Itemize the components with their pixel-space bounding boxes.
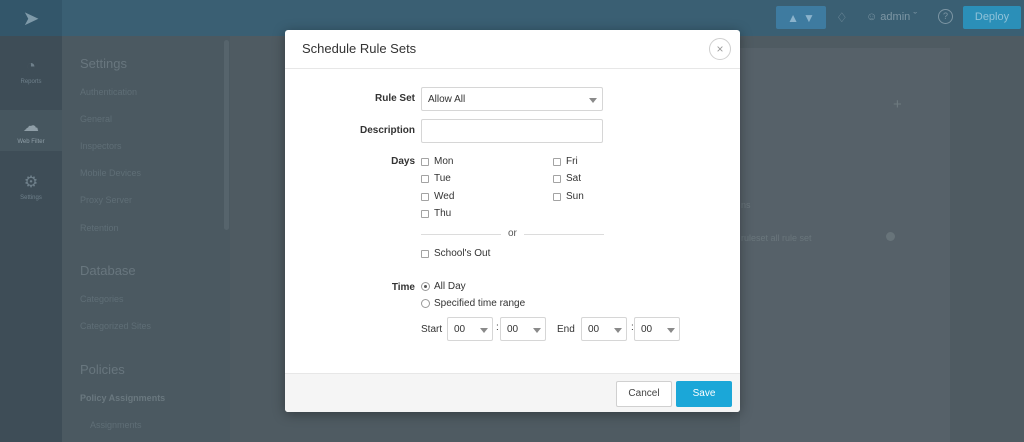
settings-item[interactable]: Assignments <box>90 420 142 430</box>
time-label: Time <box>391 282 415 293</box>
chevron-down-icon <box>589 98 597 103</box>
save-button[interactable]: Save <box>676 381 732 407</box>
rule-set-select[interactable]: Allow All <box>421 87 603 111</box>
chevron-down-icon <box>614 328 622 333</box>
day-checkbox-tue[interactable]: Tue <box>421 173 451 184</box>
chevron-down-icon: ˇ <box>913 11 917 23</box>
settings-item[interactable]: General <box>80 114 112 124</box>
nav-item-reports[interactable]: ◔ Reports <box>0 58 62 85</box>
end-minute-select[interactable]: 00 <box>634 317 680 341</box>
end-label: End <box>557 324 575 335</box>
gear-icon: ⚙ <box>23 174 39 191</box>
settings-item[interactable]: Categorized Sites <box>80 321 151 331</box>
thumbs-up-icon: ▲ <box>787 10 799 25</box>
close-icon[interactable]: × <box>709 38 731 60</box>
modal-footer: Cancel Save <box>285 373 740 412</box>
or-separator: or <box>508 228 517 239</box>
start-minute-select[interactable]: 00 <box>500 317 546 341</box>
days-label: Days <box>391 156 415 167</box>
nav-item-settings[interactable]: ⚙ Settings <box>0 172 62 201</box>
section-title-database: Database <box>80 263 136 278</box>
chart-icon: ◔ <box>26 58 36 75</box>
description-input[interactable] <box>421 119 603 143</box>
divider <box>421 234 501 235</box>
chevron-down-icon <box>480 328 488 333</box>
cloud-icon: ☁ <box>23 118 39 135</box>
user-name: admin <box>880 11 911 23</box>
settings-item[interactable]: Inspectors <box>80 141 122 151</box>
time-separator: : <box>496 322 499 333</box>
settings-item[interactable]: Proxy Server <box>80 195 132 205</box>
bell-icon[interactable]: ♢ <box>836 10 848 26</box>
settings-item[interactable]: Policy Assignments <box>80 393 165 403</box>
left-nav: ◔ Reports ☁ Web Filter ⚙ Settings <box>0 36 62 442</box>
rule-set-value: Allow All <box>428 94 466 105</box>
user-icon: ☺ <box>866 11 878 23</box>
user-menu[interactable]: ☺ admin ˇ <box>866 11 917 23</box>
description-label: Description <box>359 125 415 136</box>
settings-item[interactable]: Retention <box>80 223 119 233</box>
checkbox[interactable] <box>421 249 429 258</box>
radio-all-day[interactable]: All Day <box>421 281 466 292</box>
radio-specified-time-range[interactable]: Specified time range <box>421 298 525 309</box>
chevron-down-icon <box>667 328 675 333</box>
end-hour-select[interactable]: 00 <box>581 317 627 341</box>
deploy-button[interactable]: Deploy <box>963 6 1021 29</box>
modal-title: Schedule Rule Sets <box>302 41 417 56</box>
settings-item[interactable]: Mobile Devices <box>80 168 141 178</box>
chevron-down-icon <box>533 328 541 333</box>
cancel-button[interactable]: Cancel <box>616 381 672 407</box>
radio-button[interactable] <box>421 299 430 308</box>
schedule-rule-sets-modal: Schedule Rule Sets × Rule Set Allow All … <box>285 30 740 412</box>
paper-plane-logo-icon: ➤ <box>0 0 62 36</box>
day-checkbox-sat[interactable]: Sat <box>553 173 581 184</box>
nav-item-web-filter[interactable]: ☁ Web Filter <box>0 110 62 151</box>
checkbox[interactable] <box>553 192 561 201</box>
radio-button[interactable] <box>421 282 430 291</box>
content-text: ns <box>741 200 751 210</box>
day-checkbox-thu[interactable]: Thu <box>421 208 451 219</box>
plus-icon[interactable]: + <box>893 96 902 113</box>
thumbs-down-icon: ▼ <box>803 10 815 25</box>
schools-out-checkbox[interactable]: School's Out <box>421 248 490 259</box>
sidebar-scrollbar[interactable] <box>224 40 229 230</box>
help-icon[interactable] <box>886 232 895 241</box>
day-checkbox-wed[interactable]: Wed <box>421 191 454 202</box>
checkbox[interactable] <box>421 192 429 201</box>
modal-header: Schedule Rule Sets × <box>285 30 740 69</box>
help-icon[interactable]: ? <box>938 9 953 24</box>
section-title-settings: Settings <box>80 56 127 71</box>
checkbox[interactable] <box>553 174 561 183</box>
day-checkbox-mon[interactable]: Mon <box>421 156 453 167</box>
divider <box>524 234 604 235</box>
checkbox[interactable] <box>421 209 429 218</box>
checkbox[interactable] <box>421 174 429 183</box>
start-hour-select[interactable]: 00 <box>447 317 493 341</box>
day-checkbox-sun[interactable]: Sun <box>553 191 584 202</box>
feedback-button[interactable]: ▲ ▼ <box>776 6 826 29</box>
content-text: ruleset all rule set <box>741 233 812 243</box>
content-panel <box>740 48 950 442</box>
checkbox[interactable] <box>421 157 429 166</box>
start-label: Start <box>421 324 443 335</box>
settings-item[interactable]: Categories <box>80 294 124 304</box>
settings-sidebar: Settings Authentication General Inspecto… <box>62 36 230 442</box>
section-title-policies: Policies <box>80 362 125 377</box>
rule-set-label: Rule Set <box>374 93 415 104</box>
checkbox[interactable] <box>553 157 561 166</box>
day-checkbox-fri[interactable]: Fri <box>553 156 578 167</box>
settings-item[interactable]: Authentication <box>80 87 137 97</box>
